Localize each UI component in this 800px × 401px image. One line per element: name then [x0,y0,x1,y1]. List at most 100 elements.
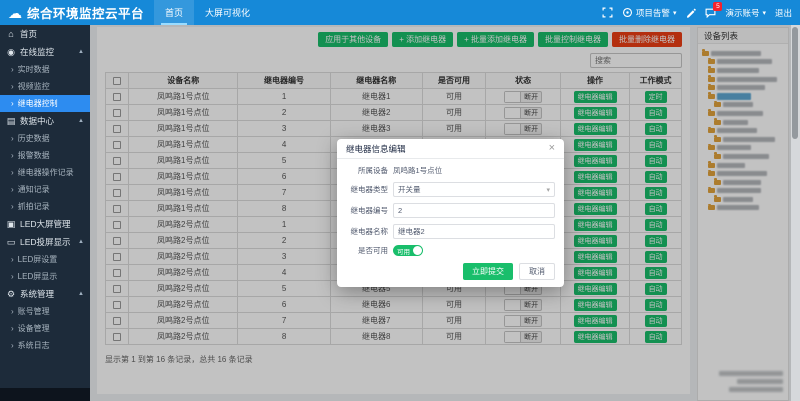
sidebar-item-历史数据[interactable]: › 历史数据 [0,130,90,147]
sidebar-item-label: 设备管理 [17,324,50,333]
available-toggle[interactable]: 可用 [393,245,423,256]
modal-footer: 立即提交 取消 [463,263,555,280]
app-root: ☁ 综合环境监控云平台 首页 大屏可视化 项目告警 ▾ 5 演示账号 ▾ 退出 … [0,0,800,401]
chevron-right-icon: › [11,341,14,350]
relay-type-value: 开关量 [398,185,421,194]
sidebar-item-label: 数据中心 [20,116,55,126]
scrollbar-thumb[interactable] [792,27,798,139]
sidebar-item-label: 报警数据 [17,151,50,160]
chevron-right-icon: › [11,324,14,333]
sidebar-item-视频监控[interactable]: › 视频监控 [0,78,90,95]
chevron-right-icon: › [11,272,14,281]
name-field-label: 继电器名称 [350,227,389,236]
message-badge: 5 [713,2,723,11]
device-field-value: 凤鸣路1号点位 [393,166,443,175]
relay-name-input[interactable] [393,224,555,239]
data-icon: ▤ [6,115,16,126]
close-icon[interactable]: × [549,143,555,154]
sidebar-item-系统日志[interactable]: › 系统日志 [0,337,90,354]
device-field-label: 所属设备 [358,166,388,175]
sidebar-item-系统管理[interactable]: ⚙ 系统管理 ▲ [0,285,90,303]
logout-button[interactable]: 退出 [775,7,792,19]
sidebar-item-label: 视频监控 [17,82,50,91]
modal-title: 继电器信息编辑 [346,143,406,154]
submit-button[interactable]: 立即提交 [463,263,513,280]
sidebar-item-继电器控制[interactable]: › 继电器控制 [0,95,90,112]
chevron-down-icon: ▾ [762,9,766,17]
chevron-right-icon: › [11,185,14,194]
sidebar: ⌂ 首页 ◉ 在线监控 ▲ › 实时数据 › 视频监控 › 继电器控制 ▤ 数据中心 ▲ › 历史数据 › 报警数… [0,25,90,401]
sidebar-item-label: 实时数据 [17,65,50,74]
sidebar-item-继电器操作记录[interactable]: › 继电器操作记录 [0,164,90,181]
sidebar-item-label: 抓拍记录 [17,202,50,211]
account-menu[interactable]: 演示账号 ▾ [725,7,766,19]
top-nav-item-1[interactable]: 大屏可视化 [194,0,261,25]
sidebar-item-设备管理[interactable]: › 设备管理 [0,320,90,337]
account-label: 演示账号 [725,7,760,18]
sidebar-item-数据中心[interactable]: ▤ 数据中心 ▲ [0,112,90,130]
sidebar-item-label: 继电器控制 [17,99,58,108]
chevron-down-icon: ▾ [672,9,677,17]
chevron-right-icon: › [11,82,14,91]
chevron-right-icon: › [11,134,14,143]
vertical-scrollbar[interactable] [791,25,800,401]
chevron-down-icon: ▾ [546,186,550,194]
chevron-up-icon: ▲ [78,291,84,297]
chevron-right-icon: › [11,307,14,316]
sidebar-item-label: 账号管理 [17,307,50,316]
chevron-up-icon: ▲ [78,239,84,245]
sidebar-item-抓拍记录[interactable]: › 抓拍记录 [0,198,90,215]
sidebar-item-label: 通知记录 [17,185,50,194]
fullscreen-icon[interactable] [602,7,613,18]
sidebar-item-label: 继电器操作记录 [17,168,74,177]
chevron-right-icon: › [11,255,14,264]
sidebar-menu: ⌂ 首页 ◉ 在线监控 ▲ › 实时数据 › 视频监控 › 继电器控制 ▤ 数据中心 ▲ › 历史数据 › 报警数… [0,25,90,354]
sidebar-collapse-bar[interactable] [0,388,90,401]
app-title: 综合环境监控云平台 [27,7,145,21]
sidebar-item-label: LED大屏管理 [20,219,71,229]
num-field-label: 继电器编号 [350,206,389,215]
message-icon[interactable]: 5 [705,2,723,18]
sidebar-item-实时数据[interactable]: › 实时数据 [0,61,90,78]
alarm-label: 项目告警 [635,7,670,18]
sidebar-item-LED投屏显示[interactable]: ▭ LED投屏显示 ▲ [0,233,90,251]
sidebar-item-label: LED屏设置 [17,255,58,264]
sidebar-item-首页[interactable]: ⌂ 首页 [0,25,90,43]
alarm-icon [622,7,632,18]
sidebar-item-label: 历史数据 [17,134,50,143]
top-nav-item-0[interactable]: 首页 [154,0,195,25]
chevron-right-icon: › [11,99,14,108]
sidebar-item-LED屏显示[interactable]: › LED屏显示 [0,268,90,285]
top-nav: 首页 大屏可视化 [154,0,261,25]
sidebar-item-label: 系统管理 [20,289,55,299]
relay-edit-modal: 继电器信息编辑 × 所属设备 凤鸣路1号点位 继电器类型 开关量 ▾ 继电器编号… [337,139,564,287]
sidebar-item-报警数据[interactable]: › 报警数据 [0,147,90,164]
sidebar-item-账号管理[interactable]: › 账号管理 [0,303,90,320]
home-icon: ⌂ [8,29,14,39]
sidebar-item-LED大屏管理[interactable]: ▣ LED大屏管理 [0,215,90,233]
led-icon: ▣ [6,218,16,229]
relay-type-select[interactable]: 开关量 ▾ [393,182,555,197]
type-field-label: 继电器类型 [350,185,389,194]
chevron-right-icon: › [11,151,14,160]
relay-num-input[interactable] [393,203,555,218]
chevron-right-icon: › [11,202,14,211]
sidebar-item-通知记录[interactable]: › 通知记录 [0,181,90,198]
cloud-logo-icon: ☁ [8,4,22,21]
chevron-right-icon: › [11,65,14,74]
sidebar-item-label: 系统日志 [17,341,50,350]
cancel-button[interactable]: 取消 [519,263,555,280]
cast-icon: ▭ [6,236,16,247]
avail-field-label: 是否可用 [358,246,388,255]
sidebar-item-label: 首页 [20,29,38,39]
sidebar-item-label: 在线监控 [20,47,55,57]
top-right-tools: 项目告警 ▾ 5 演示账号 ▾ 退出 [602,2,800,19]
project-alarm-menu[interactable]: 项目告警 ▾ [622,7,677,19]
sidebar-item-在线监控[interactable]: ◉ 在线监控 ▲ [0,43,90,61]
sidebar-item-LED屏设置[interactable]: › LED屏设置 [0,251,90,268]
toggle-label: 可用 [397,248,410,256]
chevron-right-icon: › [11,168,14,177]
edit-pen-icon[interactable] [685,7,697,18]
sidebar-item-label: LED投屏显示 [20,237,71,247]
top-header: ☁ 综合环境监控云平台 首页 大屏可视化 项目告警 ▾ 5 演示账号 ▾ 退出 [0,0,800,25]
